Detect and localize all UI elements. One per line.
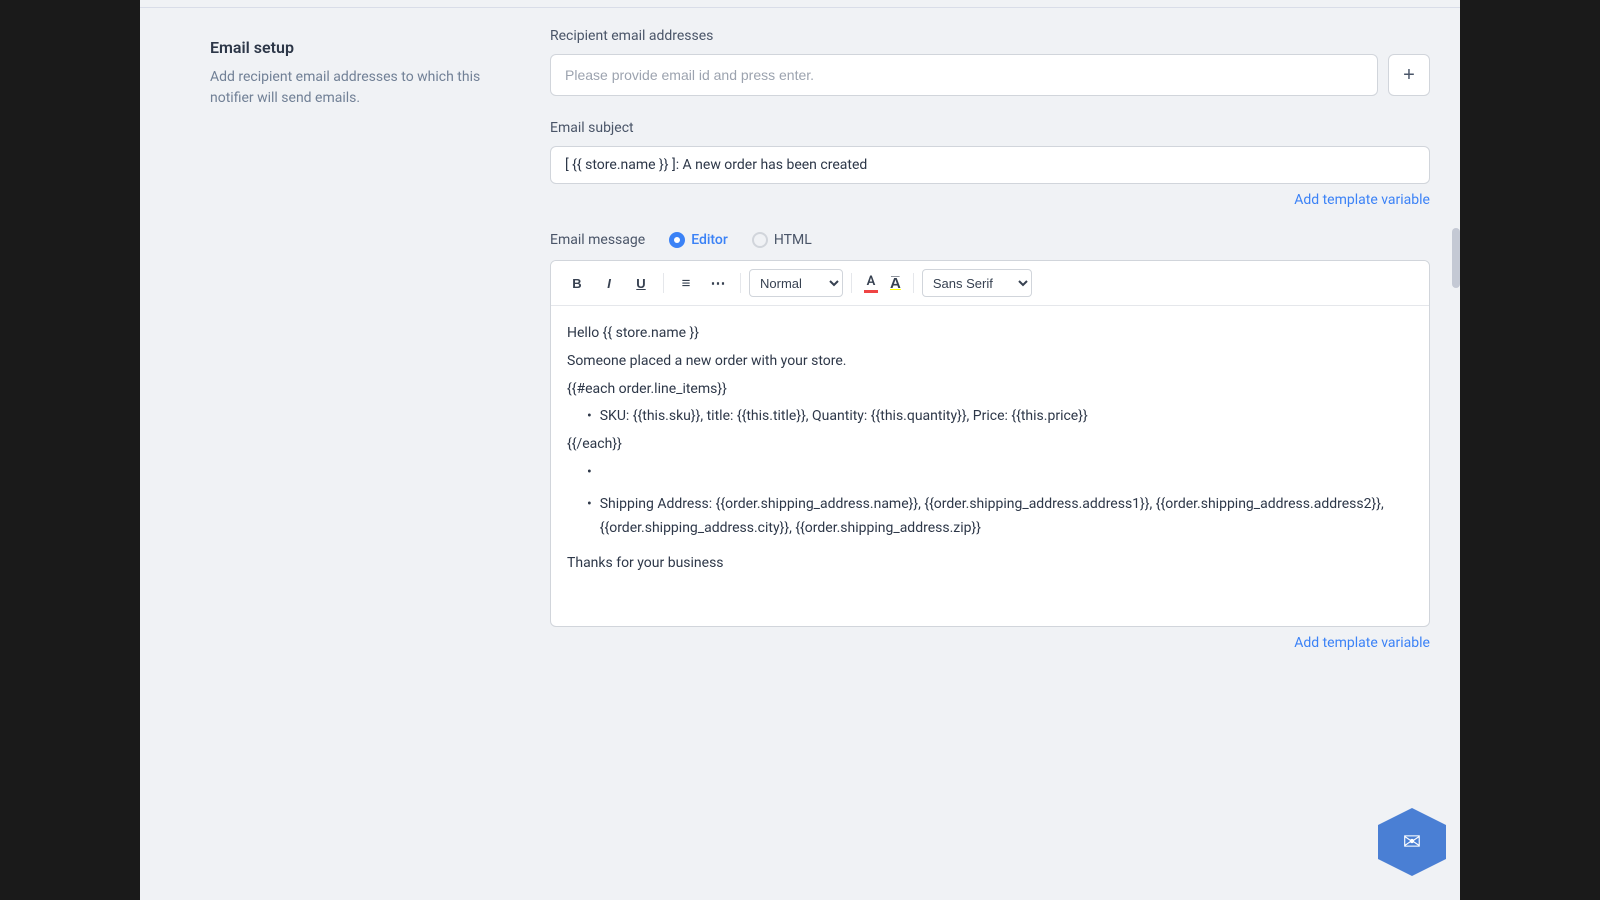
editor-line-1: Hello {{ store.name }} [567,322,1413,346]
toolbar-divider-1 [663,273,664,293]
recipient-label: Recipient email addresses [550,28,1430,44]
toolbar-divider-2 [740,273,741,293]
editor-line-11: Thanks for your business [567,552,1413,576]
ordered-list-button[interactable]: ≡ [672,269,700,297]
ordered-list-icon: ≡ [682,275,691,292]
font-color-bar [864,290,878,293]
email-input-row: + [550,54,1430,96]
editor-bullet-sku-text: SKU: {{this.sku}}, title: {{this.title}}… [600,405,1088,429]
section-title: Email setup [210,38,500,57]
top-bar [140,0,1460,8]
editor-bullet-sku: SKU: {{this.sku}}, title: {{this.title}}… [567,405,1413,429]
toolbar-divider-3 [851,273,852,293]
editor-line-3: Someone placed a new order with your sto… [567,350,1413,374]
html-radio-label: HTML [774,232,812,248]
message-header: Email message Editor HTML [550,232,1430,248]
highlight-button[interactable]: A̅ [886,272,905,294]
chat-icon: ✉ [1403,830,1421,855]
add-email-button[interactable]: + [1388,54,1430,96]
editor-radio-button[interactable] [669,232,685,248]
page-scrollbar[interactable] [1452,8,1460,900]
add-template-variable-link-bottom[interactable]: Add template variable [550,635,1430,651]
content-area: Email setup Add recipient email addresse… [140,8,1460,900]
editor-bullet-shipping: • Shipping Address: {{order.shipping_add… [567,461,1413,540]
editor-radio-option[interactable]: Editor [669,232,728,248]
email-subject-section: Email subject [ {{ store.name }} ]: A ne… [550,120,1430,208]
html-radio-option[interactable]: HTML [752,232,812,248]
editor-bullet-shipping-text: Shipping Address: {{order.shipping_addre… [600,493,1413,541]
subject-input[interactable]: [ {{ store.name }} ]: A new order has be… [550,146,1430,184]
html-radio-button[interactable] [752,232,768,248]
editor-content[interactable]: Hello {{ store.name }} Someone placed a … [551,306,1429,626]
font-color-letter: A [867,274,876,289]
unordered-list-button[interactable]: ⋯ [704,269,732,297]
section-description: Add recipient email addresses to which t… [210,67,500,109]
main-panel: Recipient email addresses + Email subjec… [530,8,1460,900]
page-wrapper: Email setup Add recipient email addresse… [140,0,1460,900]
bullet-dot: • [587,493,592,541]
bottom-link-row: Add template variable [550,627,1430,655]
add-template-variable-link-subject[interactable]: Add template variable [550,192,1430,208]
font-family-select[interactable]: Sans Serif Serif Monospace [922,269,1032,297]
email-input[interactable] [550,54,1378,96]
italic-button[interactable]: I [595,269,623,297]
editor-radio-label: Editor [691,232,728,248]
format-select[interactable]: Normal Heading 1 Heading 2 [749,269,843,297]
left-panel: Email setup Add recipient email addresse… [140,8,530,900]
editor-toolbar: B I U ≡ ⋯ Normal Heading [551,261,1429,306]
email-message-section: Email message Editor HTML [550,232,1430,655]
subject-label: Email subject [550,120,1430,136]
font-color-button[interactable]: A [860,272,882,295]
editor-container: B I U ≡ ⋯ Normal Heading [550,260,1430,627]
message-label: Email message [550,232,645,248]
page-scrollbar-thumb [1452,228,1460,288]
editor-line-7: {{/each}} [567,433,1413,457]
editor-line-5: {{#each order.line_items}} [567,378,1413,402]
toolbar-divider-4 [913,273,914,293]
bold-button[interactable]: B [563,269,591,297]
highlight-icon: A̅ [890,274,901,292]
underline-button[interactable]: U [627,269,655,297]
unordered-list-icon: ⋯ [711,274,726,292]
